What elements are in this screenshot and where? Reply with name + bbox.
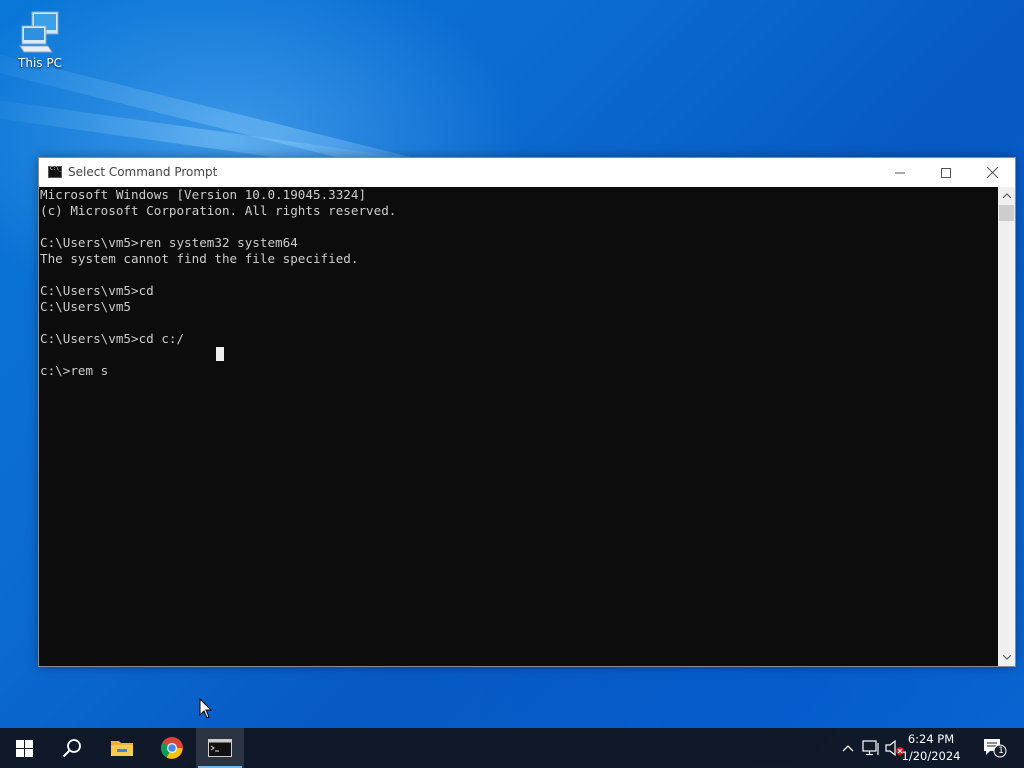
minimize-button[interactable] [877, 158, 923, 187]
network-icon [862, 740, 879, 756]
windows-start-icon [15, 739, 33, 757]
cmd-icon [208, 739, 232, 757]
taskbar: 6:24 PM 1/20/2024 1 [0, 728, 1024, 768]
window-titlebar[interactable]: Select Command Prompt [39, 158, 1015, 187]
notification-count-badge: 1 [998, 746, 1004, 756]
network-button[interactable] [861, 738, 881, 758]
chrome-icon [161, 737, 183, 759]
taskbar-item-chrome[interactable] [148, 728, 196, 768]
taskbar-clock[interactable]: 6:24 PM 1/20/2024 [896, 731, 966, 765]
minimize-icon [895, 172, 905, 173]
scroll-down-button[interactable] [998, 649, 1015, 666]
scroll-up-button[interactable] [998, 187, 1015, 204]
show-hidden-icons-button[interactable] [838, 738, 858, 758]
search-icon [62, 739, 81, 758]
vertical-scrollbar[interactable] [998, 187, 1015, 666]
close-icon [986, 167, 998, 178]
maximize-button[interactable] [923, 158, 969, 187]
window-title: Select Command Prompt [68, 165, 218, 179]
taskbar-item-command-prompt[interactable] [196, 728, 244, 768]
start-button[interactable] [0, 728, 48, 768]
desktop-icon-this-pc[interactable]: This PC [12, 10, 68, 70]
close-button[interactable] [969, 158, 1015, 187]
chevron-down-icon [1002, 655, 1011, 660]
clock-date: 1/20/2024 [901, 749, 961, 763]
chevron-up-icon [842, 745, 854, 752]
scrollbar-thumb[interactable] [999, 205, 1014, 221]
this-pc-icon [19, 11, 59, 53]
console-output[interactable]: Microsoft Windows [Version 10.0.19045.33… [39, 187, 999, 666]
maximize-icon [941, 167, 951, 178]
text-cursor [216, 347, 224, 361]
taskbar-item-file-explorer[interactable] [98, 728, 146, 768]
desktop-icon-label: This PC [18, 56, 62, 70]
search-button[interactable] [48, 728, 96, 768]
clock-time: 6:24 PM [907, 732, 955, 746]
console-text: Microsoft Windows [Version 10.0.19045.33… [40, 187, 397, 378]
cmd-icon [48, 166, 62, 178]
command-prompt-window[interactable]: Select Command Prompt Microsoft Windows … [38, 157, 1016, 667]
file-explorer-icon [111, 741, 133, 756]
action-center-button[interactable]: 1 [982, 738, 1008, 758]
chevron-up-icon [1002, 193, 1011, 198]
mouse-pointer-icon [199, 698, 213, 719]
